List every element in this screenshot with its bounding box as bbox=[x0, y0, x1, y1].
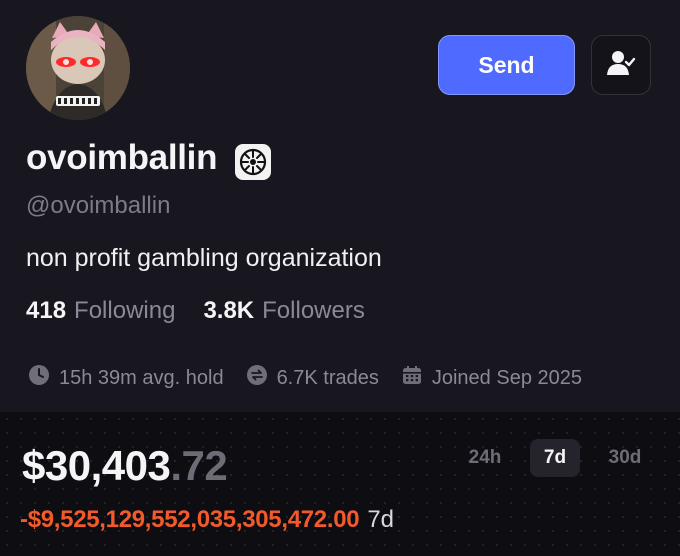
trades-stat: 6.7K trades bbox=[246, 364, 379, 392]
user-check-icon bbox=[606, 48, 636, 83]
swap-icon bbox=[246, 364, 277, 392]
send-button-label: Send bbox=[478, 51, 535, 78]
range-tab-24h[interactable]: 24h bbox=[460, 439, 510, 477]
range-tab-30d[interactable]: 30d bbox=[600, 439, 650, 477]
display-name: ovoimballin bbox=[26, 138, 218, 177]
profile-meta: 15h 39m avg. hold 6.7K trades Joined Sep… bbox=[28, 364, 582, 392]
pnl-value: -$9,525,129,552,035,305,472.00 bbox=[20, 506, 360, 533]
followers-count: 3.8K bbox=[203, 297, 255, 324]
username-handle: @ovoimballin bbox=[26, 192, 171, 219]
balance-dollars: $30,403 bbox=[22, 442, 171, 489]
pnl-period: 7d bbox=[367, 506, 395, 533]
avatar[interactable] bbox=[26, 16, 130, 120]
followers-link[interactable]: 3.8K Followers bbox=[203, 297, 364, 325]
follow-status-button[interactable] bbox=[591, 35, 651, 95]
range-tab-7d[interactable]: 7d bbox=[530, 439, 580, 477]
joined-text: Joined Sep 2025 bbox=[431, 366, 582, 389]
trades-text: 6.7K trades bbox=[276, 366, 379, 389]
balance-cents: .72 bbox=[170, 442, 228, 489]
portfolio-panel: $30,403.72 -$9,525,129,552,035,305,472.0… bbox=[0, 412, 680, 556]
profile-bio: non profit gambling organization bbox=[26, 244, 382, 272]
follow-stats: 418 Following 3.8K Followers bbox=[26, 297, 365, 325]
following-count: 418 bbox=[26, 297, 67, 324]
send-button[interactable]: Send bbox=[438, 35, 575, 95]
portfolio-balance: $30,403.72 bbox=[22, 442, 228, 490]
avg-hold-text: 15h 39m avg. hold bbox=[59, 366, 224, 389]
profile-header: Send ovoimballin @ovoimballin non profit… bbox=[0, 0, 680, 412]
avg-hold-stat: 15h 39m avg. hold bbox=[28, 364, 224, 392]
clock-icon bbox=[28, 364, 59, 392]
following-link[interactable]: 418 Following bbox=[26, 297, 175, 325]
joined-stat: Joined Sep 2025 bbox=[401, 364, 582, 392]
followers-label: Followers bbox=[262, 297, 365, 324]
calendar-icon bbox=[401, 364, 432, 392]
verified-badge-icon bbox=[235, 144, 271, 180]
pnl-row: -$9,525,129,552,035,305,472.00 7d bbox=[20, 506, 394, 534]
following-label: Following bbox=[74, 297, 176, 324]
range-tabs: 24h 7d 30d bbox=[460, 439, 670, 477]
